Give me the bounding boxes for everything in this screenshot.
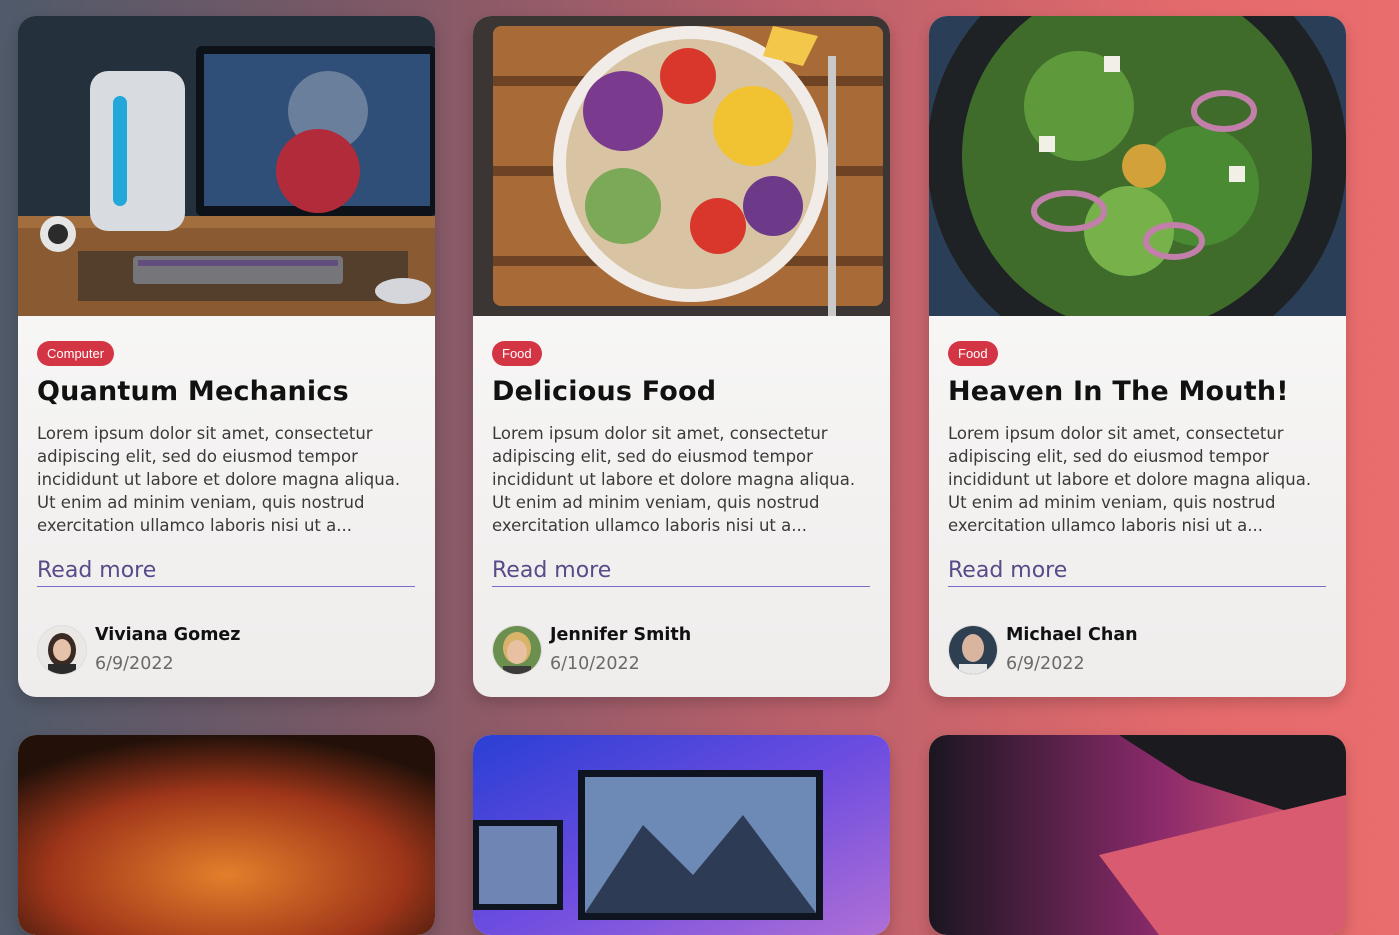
post-date: 6/9/2022	[95, 654, 174, 674]
post-card-partial[interactable]	[18, 735, 435, 935]
post-excerpt: Lorem ipsum dolor sit amet, consectetur …	[492, 424, 856, 535]
category-tag[interactable]: Food	[492, 341, 542, 366]
post-image-laptop-keyboard	[929, 735, 1346, 935]
category-tag[interactable]: Computer	[37, 341, 115, 366]
post-card-heaven-in-the-mouth[interactable]: Food Heaven In The Mouth! Lorem ipsum do…	[929, 16, 1346, 697]
card-grid: Computer Quantum Mechanics Lorem ipsum d…	[0, 0, 1399, 935]
post-card-partial[interactable]	[929, 735, 1346, 935]
post-title: Quantum Mechanics	[37, 376, 349, 407]
post-image-computer	[18, 16, 435, 316]
read-more-link[interactable]: Read more	[492, 556, 870, 587]
post-image-monitor-setup	[473, 735, 890, 935]
read-more-link[interactable]: Read more	[37, 556, 415, 587]
post-card-delicious-food[interactable]: Food Delicious Food Lorem ipsum dolor si…	[473, 16, 890, 697]
author-avatar	[37, 625, 87, 675]
post-card-partial[interactable]	[473, 735, 890, 935]
author-name: Jennifer Smith	[550, 625, 692, 645]
author-avatar	[948, 625, 998, 675]
post-date: 6/9/2022	[1006, 654, 1085, 674]
post-card-quantum-mechanics[interactable]: Computer Quantum Mechanics Lorem ipsum d…	[18, 16, 435, 697]
post-excerpt: Lorem ipsum dolor sit amet, consectetur …	[948, 424, 1312, 535]
post-title: Delicious Food	[492, 376, 717, 407]
author-name: Viviana Gomez	[95, 625, 241, 645]
author-avatar	[492, 625, 542, 675]
author-name: Michael Chan	[1006, 625, 1138, 645]
post-image-orange-glow	[18, 735, 435, 935]
post-excerpt: Lorem ipsum dolor sit amet, consectetur …	[37, 424, 401, 535]
post-image-salad	[929, 16, 1346, 316]
category-tag[interactable]: Food	[948, 341, 998, 366]
post-date: 6/10/2022	[550, 654, 640, 674]
post-title: Heaven In The Mouth!	[948, 376, 1289, 407]
post-image-food-bowl	[473, 16, 890, 316]
read-more-link[interactable]: Read more	[948, 556, 1326, 587]
